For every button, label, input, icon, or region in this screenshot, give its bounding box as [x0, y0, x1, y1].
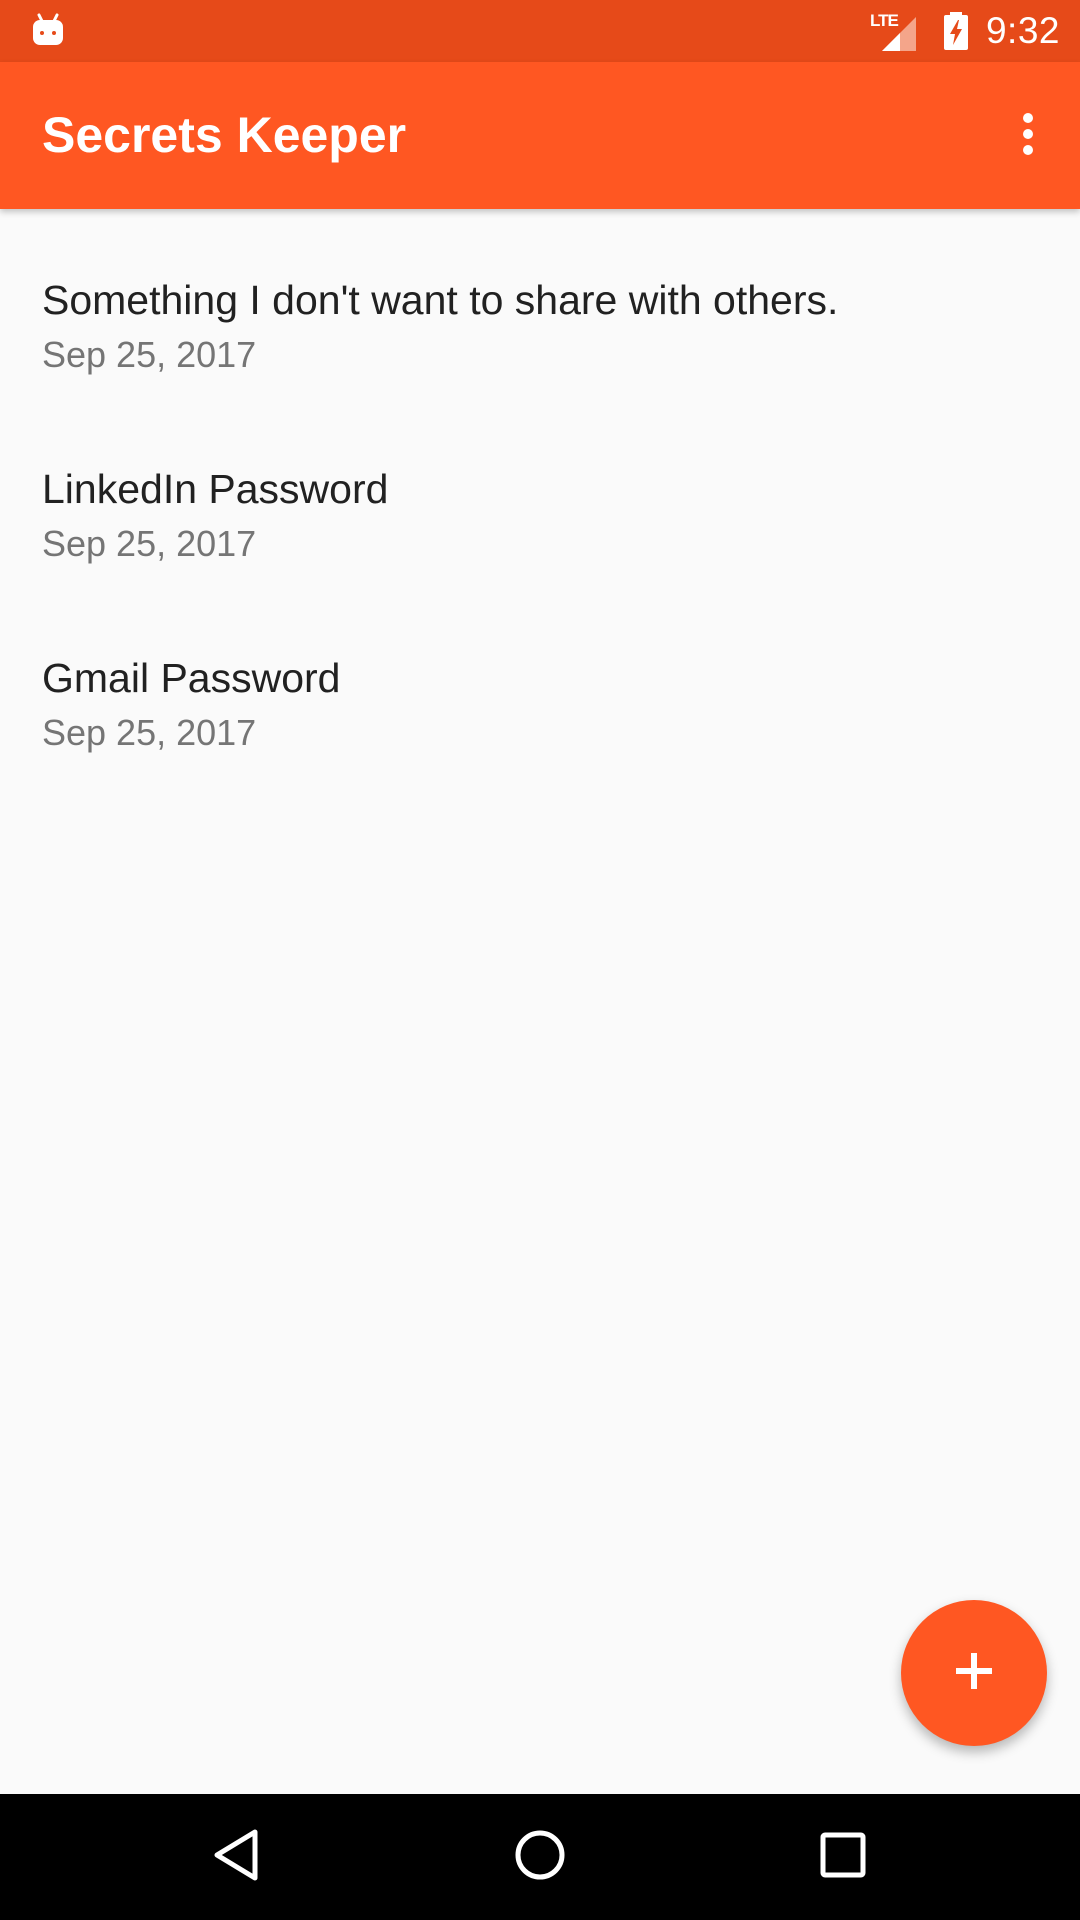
home-button[interactable]: [500, 1817, 580, 1897]
recents-square-icon: [820, 1832, 866, 1883]
secret-title: Something I don't want to share with oth…: [42, 277, 839, 323]
plus-icon: [954, 1651, 994, 1696]
recents-button[interactable]: [803, 1817, 883, 1897]
cell-signal-icon: LTE: [870, 11, 920, 51]
app-title: Secrets Keeper: [42, 107, 407, 163]
android-debug-icon: [30, 12, 66, 48]
secret-date: Sep 25, 2017: [42, 334, 257, 375]
secret-date: Sep 25, 2017: [42, 523, 257, 564]
secrets-list: Something I don't want to share with oth…: [0, 209, 1080, 776]
back-button[interactable]: [196, 1817, 276, 1897]
status-time: 9:32: [985, 10, 1060, 51]
status-icons: LTE 9:32: [870, 0, 1060, 62]
more-vert-icon: [1021, 112, 1035, 161]
battery-charging-icon: [940, 11, 972, 51]
back-triangle-icon: [211, 1828, 261, 1887]
overflow-menu-button[interactable]: [988, 96, 1068, 176]
app-bar: Secrets Keeper: [0, 62, 1080, 209]
screen: LTE 9:32 Secrets Keeper Something I don'…: [0, 0, 1080, 1920]
secret-title: Gmail Password: [42, 655, 341, 701]
secret-title: LinkedIn Password: [42, 466, 389, 512]
list-item[interactable]: Something I don't want to share with oth…: [0, 209, 1080, 398]
list-item[interactable]: Gmail Password Sep 25, 2017: [0, 587, 1080, 776]
navigation-bar: [0, 1794, 1080, 1920]
add-secret-button[interactable]: [901, 1600, 1047, 1746]
list-item[interactable]: LinkedIn Password Sep 25, 2017: [0, 398, 1080, 587]
home-circle-icon: [514, 1829, 566, 1886]
status-bar: LTE 9:32: [0, 0, 1080, 62]
secret-date: Sep 25, 2017: [42, 712, 257, 753]
